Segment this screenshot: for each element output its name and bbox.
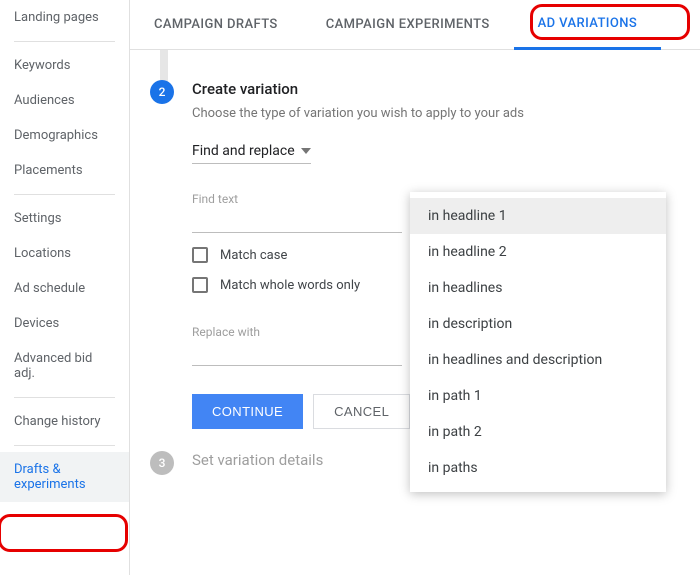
- variation-type-value: Find and replace: [192, 143, 295, 159]
- match-case-label: Match case: [220, 248, 287, 263]
- dropdown-item-headlines-description[interactable]: in headlines and description: [410, 342, 666, 378]
- dropdown-item-description[interactable]: in description: [410, 306, 666, 342]
- dropdown-item-headline-2[interactable]: in headline 2: [410, 234, 666, 270]
- step-2-number: 2: [150, 80, 174, 104]
- dropdown-item-headlines[interactable]: in headlines: [410, 270, 666, 306]
- sidebar-divider: [14, 397, 115, 398]
- cancel-button[interactable]: CANCEL: [313, 394, 410, 429]
- sidebar-divider: [14, 41, 115, 42]
- sidebar-item-keywords[interactable]: Keywords: [0, 48, 129, 83]
- find-text-input[interactable]: [192, 208, 402, 233]
- dropdown-item-path-2[interactable]: in path 2: [410, 414, 666, 450]
- dropdown-item-headline-1[interactable]: in headline 1: [410, 198, 666, 234]
- match-whole-words-label: Match whole words only: [220, 278, 360, 293]
- sidebar-divider: [14, 445, 115, 446]
- step-3-number: 3: [150, 451, 174, 475]
- variation-type-select[interactable]: Find and replace: [192, 139, 311, 164]
- find-scope-dropdown: in headline 1 in headline 2 in headlines…: [410, 192, 666, 492]
- sidebar-divider: [14, 194, 115, 195]
- sidebar-item-demographics[interactable]: Demographics: [0, 118, 129, 153]
- sidebar-item-change-history[interactable]: Change history: [0, 404, 129, 439]
- sidebar-item-audiences[interactable]: Audiences: [0, 83, 129, 118]
- step-2-title: Create variation: [192, 80, 680, 98]
- dropdown-item-path-1[interactable]: in path 1: [410, 378, 666, 414]
- sidebar-item-advanced-bid-adj[interactable]: Advanced bid adj.: [0, 341, 129, 391]
- tabs: CAMPAIGN DRAFTS CAMPAIGN EXPERIMENTS AD …: [130, 0, 700, 50]
- caret-down-icon: [301, 148, 311, 154]
- sidebar-item-ad-schedule[interactable]: Ad schedule: [0, 271, 129, 306]
- checkbox-icon: [192, 247, 208, 263]
- replace-with-input[interactable]: [192, 341, 402, 366]
- sidebar-item-drafts-experiments[interactable]: Drafts & experiments: [0, 452, 129, 502]
- sidebar-item-settings[interactable]: Settings: [0, 201, 129, 236]
- tab-campaign-experiments[interactable]: CAMPAIGN EXPERIMENTS: [302, 0, 514, 50]
- sidebar-item-locations[interactable]: Locations: [0, 236, 129, 271]
- step-2-description: Choose the type of variation you wish to…: [192, 106, 680, 121]
- sidebar-item-landing-pages[interactable]: Landing pages: [0, 0, 129, 35]
- sidebar-item-devices[interactable]: Devices: [0, 306, 129, 341]
- sidebar-item-placements[interactable]: Placements: [0, 153, 129, 188]
- continue-button[interactable]: CONTINUE: [192, 394, 303, 429]
- tab-campaign-drafts[interactable]: CAMPAIGN DRAFTS: [130, 0, 302, 50]
- dropdown-item-paths[interactable]: in paths: [410, 450, 666, 486]
- checkbox-icon: [192, 277, 208, 293]
- sidebar: Landing pages Keywords Audiences Demogra…: [0, 0, 130, 575]
- tab-ad-variations[interactable]: AD VARIATIONS: [514, 0, 662, 50]
